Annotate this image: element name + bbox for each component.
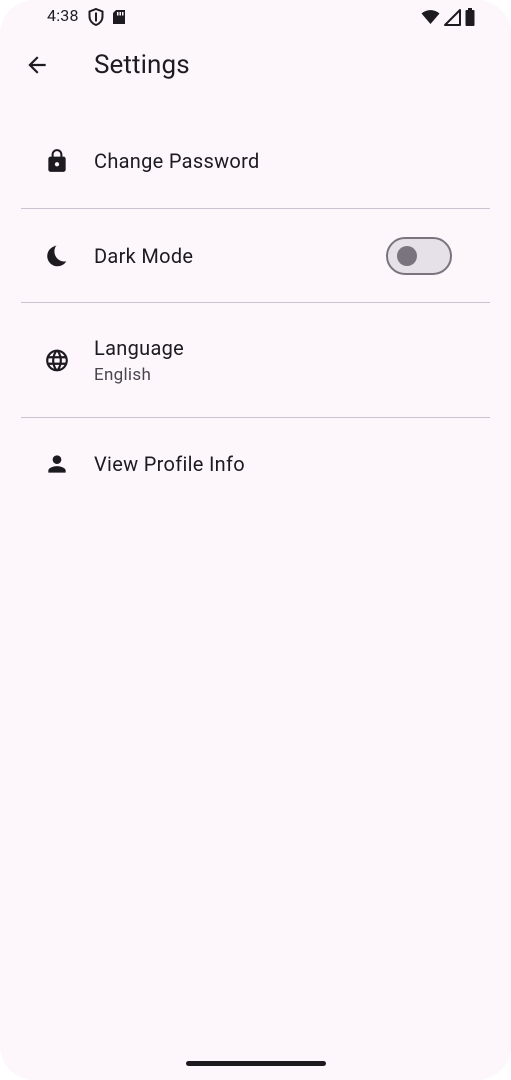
- view-profile-text: View Profile Info: [94, 452, 245, 476]
- language-text: Language English: [94, 336, 184, 385]
- dark-mode-label: Dark Mode: [94, 243, 194, 268]
- dark-mode-toggle[interactable]: [386, 236, 452, 275]
- status-bar: 4:38: [0, 0, 511, 34]
- status-time: 4:38: [47, 6, 79, 25]
- moon-icon: [44, 243, 70, 269]
- app-bar: Settings: [0, 34, 511, 100]
- globe-icon: [44, 347, 70, 373]
- status-left-icons: [88, 8, 126, 26]
- wifi-icon: [421, 9, 440, 25]
- gesture-nav-handle[interactable]: [186, 1061, 326, 1066]
- status-right-icons: [421, 8, 475, 26]
- language-item[interactable]: Language English: [0, 303, 511, 417]
- dark-mode-text: Dark Mode: [94, 244, 193, 268]
- shield-icon: [88, 8, 104, 26]
- change-password-text: Change Password: [94, 149, 260, 173]
- change-password-item[interactable]: Change Password: [0, 114, 511, 208]
- battery-icon: [465, 8, 475, 26]
- settings-screen: 4:38 Settings Change Password Dark Mode …: [0, 0, 511, 1080]
- sd-card-icon: [112, 9, 126, 25]
- language-value: English: [94, 364, 152, 385]
- toggle-thumb: [397, 245, 417, 266]
- change-password-label: Change Password: [94, 149, 260, 173]
- lock-icon: [44, 148, 70, 174]
- person-icon: [44, 451, 70, 477]
- view-profile-item[interactable]: View Profile Info: [0, 418, 511, 510]
- back-button[interactable]: [14, 44, 60, 90]
- language-label: Language: [94, 335, 185, 360]
- view-profile-label: View Profile Info: [94, 452, 245, 476]
- signal-icon: [444, 8, 461, 26]
- settings-list: Change Password Dark Mode Language Engli…: [0, 114, 511, 510]
- dark-mode-item[interactable]: Dark Mode: [0, 209, 511, 302]
- page-title: Settings: [94, 50, 190, 80]
- arrow-back-icon: [24, 52, 50, 82]
